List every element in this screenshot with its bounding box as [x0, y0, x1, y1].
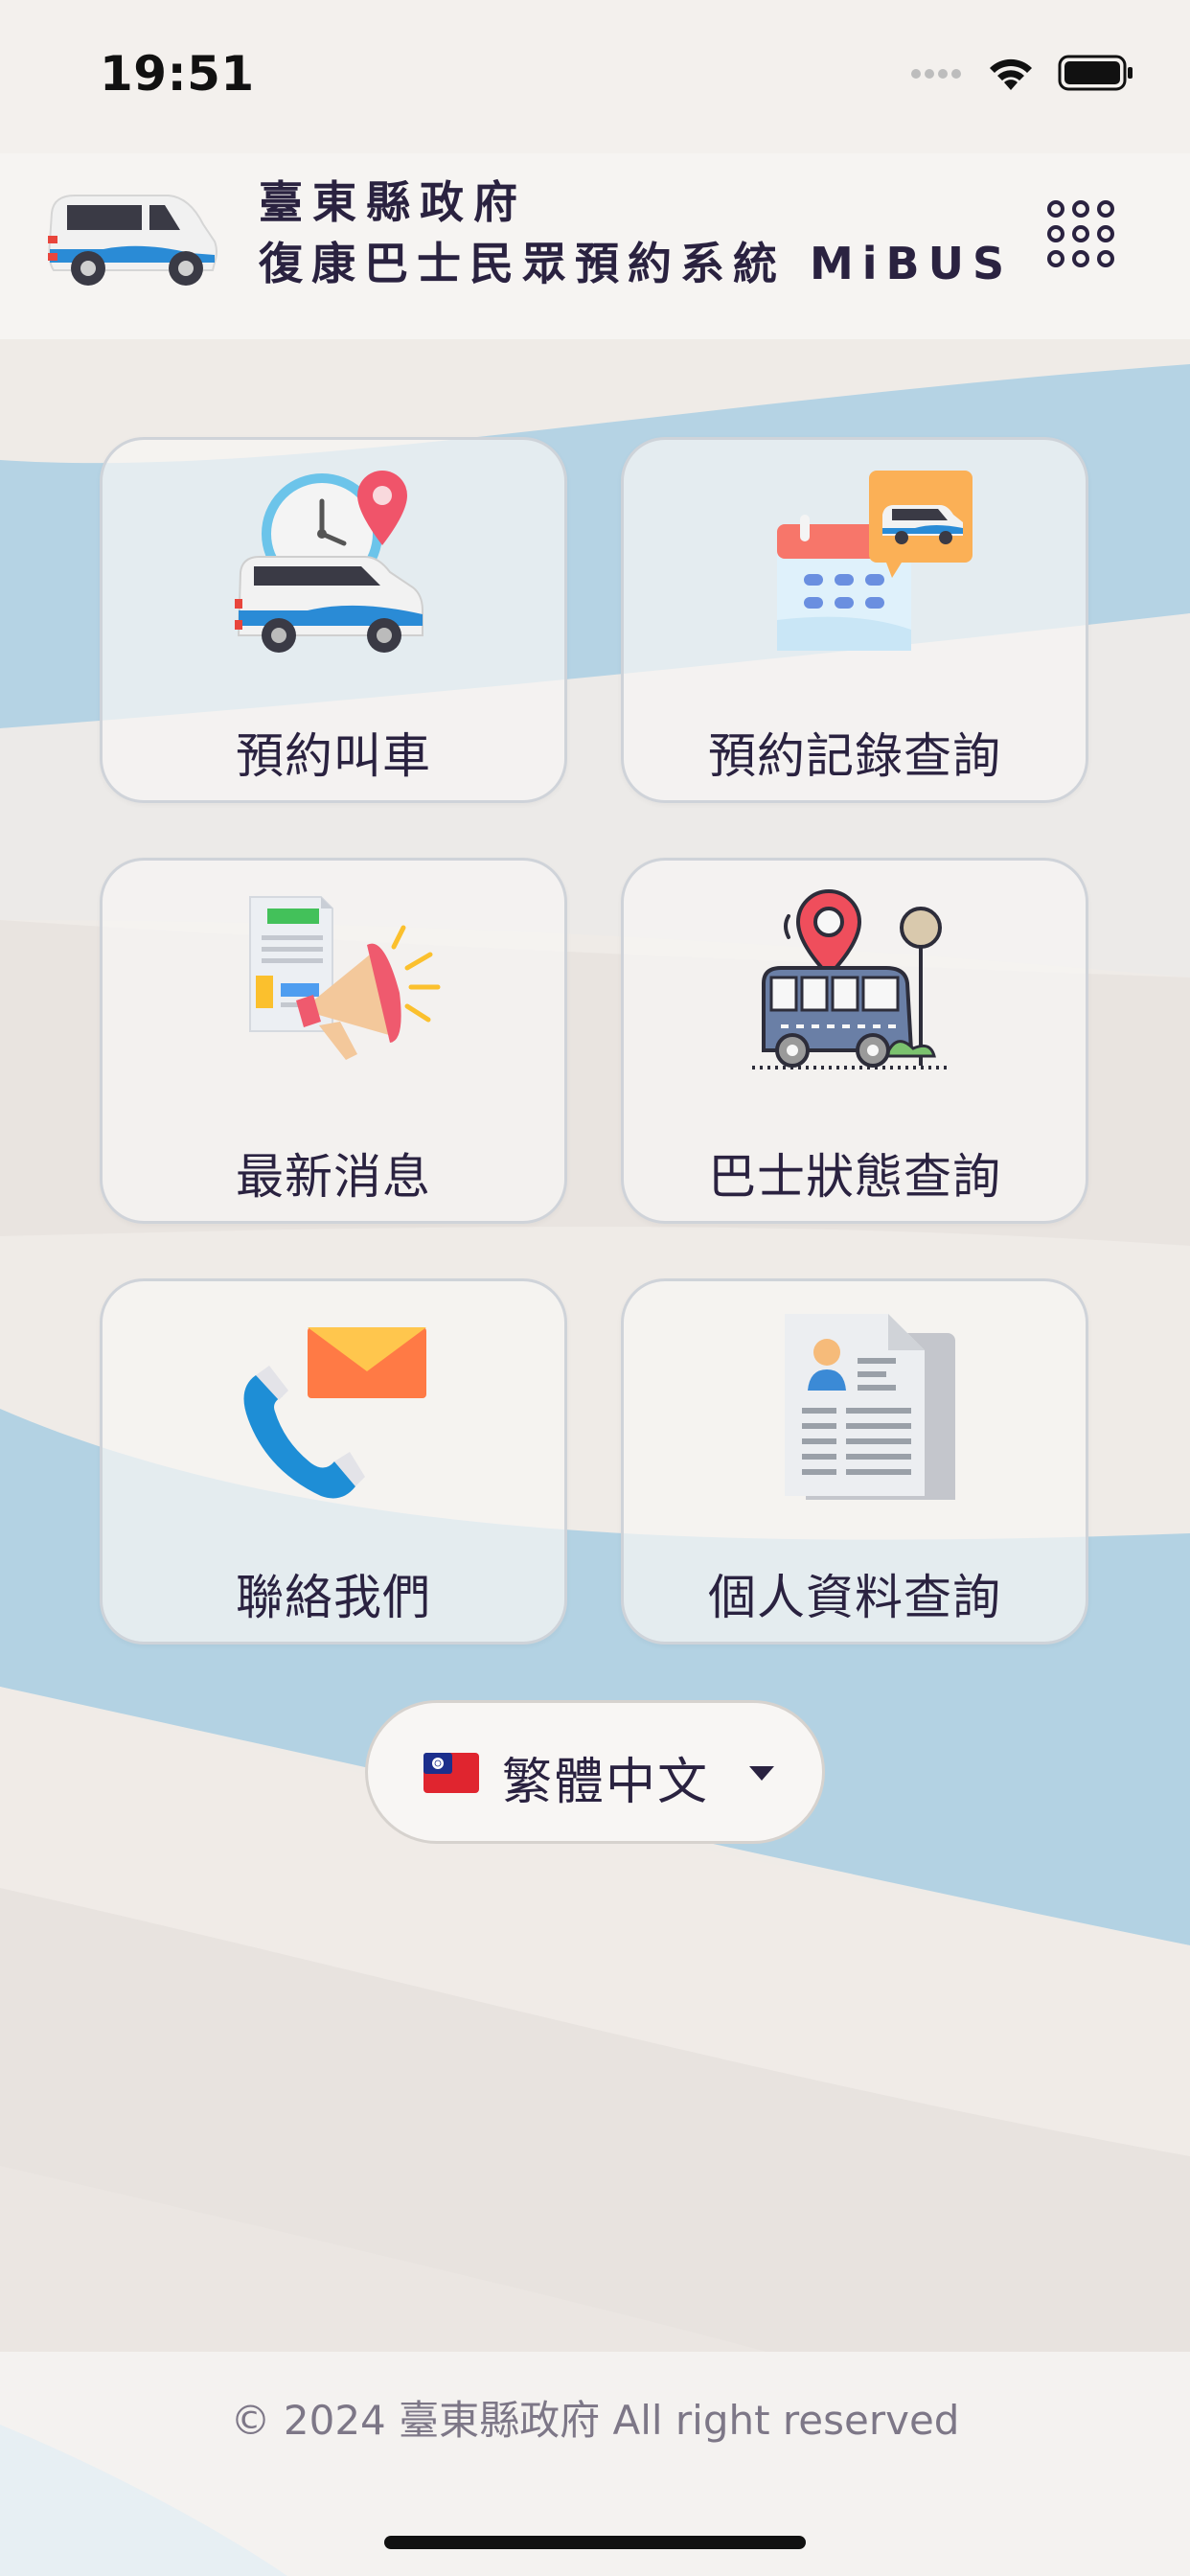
title-organization: 臺東縣政府 — [259, 176, 527, 228]
calendar-van-icon — [777, 471, 973, 651]
tile-contact-us[interactable]: 聯絡我們 — [100, 1278, 567, 1644]
chevron-down-icon — [749, 1766, 774, 1781]
tile-booking-records[interactable]: 預約記錄查詢 — [621, 437, 1088, 803]
bus-location-icon — [752, 888, 948, 1070]
tile-label: 預約記錄查詢 — [708, 728, 1001, 784]
tile-label: 個人資料查詢 — [708, 1570, 1001, 1625]
home-indicator[interactable] — [384, 2536, 806, 2549]
tile-label: 最新消息 — [236, 1149, 431, 1205]
language-label: 繁體中文 — [502, 1754, 710, 1811]
grid-menu-icon[interactable] — [1044, 197, 1117, 270]
status-time: 19:51 — [100, 46, 255, 102]
tile-bus-status[interactable]: 巴士狀態查詢 — [621, 858, 1088, 1224]
tile-latest-news[interactable]: 最新消息 — [100, 858, 567, 1224]
footer: © 2024 臺東縣政府 All right reserved — [0, 2348, 1190, 2576]
megaphone-news-icon — [249, 896, 441, 1060]
status-icons — [910, 54, 1134, 92]
title-system-name: 復康巴士民眾預約系統 MiBUS — [259, 238, 1014, 289]
app-header: 臺東縣政府 復康巴士民眾預約系統 MiBUS — [0, 153, 1190, 339]
cellular-signal-icon — [911, 69, 961, 79]
taiwan-flag-icon — [423, 1753, 479, 1793]
app-title: 臺東縣政府 復康巴士民眾預約系統 MiBUS — [259, 172, 1013, 295]
language-select[interactable]: 繁體中文 — [365, 1700, 825, 1844]
van-icon — [48, 195, 217, 286]
tile-book-ride[interactable]: 預約叫車 — [100, 437, 567, 803]
tile-label: 巴士狀態查詢 — [708, 1149, 1001, 1205]
phone-mail-icon — [243, 1327, 426, 1499]
profile-document-icon — [785, 1314, 955, 1500]
battery-icon — [1058, 55, 1133, 91]
tile-personal-info[interactable]: 個人資料查詢 — [621, 1278, 1088, 1644]
van-clock-pin-icon — [235, 471, 423, 653]
status-bar: 19:51 — [0, 0, 1190, 153]
tile-label: 預約叫車 — [236, 728, 431, 784]
copyright-text: © 2024 臺東縣政府 All right reserved — [230, 2397, 960, 2444]
tile-label: 聯絡我們 — [236, 1570, 431, 1625]
wifi-icon — [990, 58, 1032, 90]
